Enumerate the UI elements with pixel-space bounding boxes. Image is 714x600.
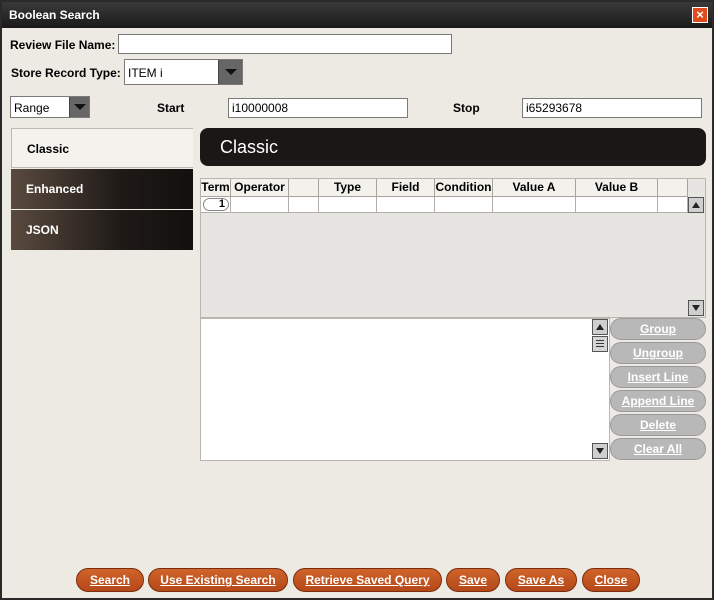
- column-header-term: Term: [201, 179, 231, 197]
- start-label: Start: [157, 101, 185, 115]
- tab-json[interactable]: JSON: [11, 210, 193, 250]
- cell-condition[interactable]: [435, 197, 493, 213]
- store-record-type-value: ITEM i: [128, 66, 163, 80]
- search-button[interactable]: Search: [76, 568, 144, 592]
- cell-field[interactable]: [377, 197, 435, 213]
- chevron-down-icon[interactable]: [69, 97, 89, 117]
- group-button[interactable]: Group: [610, 318, 706, 340]
- panel-title: Classic: [200, 128, 706, 166]
- cell-value-b[interactable]: [576, 197, 658, 213]
- scroll-up-icon[interactable]: [592, 319, 608, 335]
- append-line-button[interactable]: Append Line: [610, 390, 706, 412]
- cell-blank[interactable]: [289, 197, 319, 213]
- review-file-label: Review File Name:: [10, 38, 116, 52]
- close-button[interactable]: Close: [582, 568, 640, 592]
- scroll-down-icon[interactable]: [688, 300, 704, 316]
- term-number-badge[interactable]: 1: [203, 198, 229, 211]
- save-as-button[interactable]: Save As: [505, 568, 577, 592]
- column-header-type: Type: [319, 179, 377, 197]
- store-record-type-select[interactable]: ITEM i: [124, 59, 243, 85]
- column-header-operator: Operator: [231, 179, 289, 197]
- title-bar: Boolean Search ×: [2, 2, 712, 28]
- cell-type[interactable]: [319, 197, 377, 213]
- chevron-down-icon[interactable]: [218, 60, 242, 84]
- cell-value-a[interactable]: [493, 197, 576, 213]
- boolean-search-dialog: Boolean Search × Review File Name: Store…: [0, 0, 714, 600]
- range-mode-value: Range: [14, 101, 50, 115]
- table-row[interactable]: [201, 197, 688, 213]
- retrieve-saved-query-button[interactable]: Retrieve Saved Query: [293, 568, 442, 592]
- stop-label: Stop: [453, 101, 480, 115]
- column-header-condition: Condition: [435, 179, 493, 197]
- column-header-value-a: Value A: [493, 179, 576, 197]
- range-mode-select[interactable]: Range: [10, 96, 90, 118]
- delete-button[interactable]: Delete: [610, 414, 706, 436]
- use-existing-search-button[interactable]: Use Existing Search: [148, 568, 288, 592]
- save-button[interactable]: Save: [446, 568, 500, 592]
- insert-line-button[interactable]: Insert Line: [610, 366, 706, 388]
- tab-enhanced[interactable]: Enhanced: [11, 169, 193, 209]
- clear-all-button[interactable]: Clear All: [610, 438, 706, 460]
- query-text-area[interactable]: [200, 318, 610, 461]
- cell-operator[interactable]: [231, 197, 289, 213]
- close-icon[interactable]: ×: [692, 7, 708, 23]
- column-header-blank: [289, 179, 319, 197]
- scroll-down-icon[interactable]: [592, 443, 608, 459]
- query-grid[interactable]: Term Operator Type Field Condition Value…: [200, 178, 706, 318]
- column-header-extra: [658, 179, 688, 197]
- scroll-thumb-icon[interactable]: [592, 336, 608, 352]
- column-header-value-b: Value B: [576, 179, 658, 197]
- grid-header-row: Term Operator Type Field Condition Value…: [201, 179, 688, 197]
- start-input[interactable]: i10000008: [228, 98, 408, 118]
- tab-classic[interactable]: Classic: [11, 128, 193, 168]
- window-title: Boolean Search: [9, 8, 100, 22]
- column-header-field: Field: [377, 179, 435, 197]
- stop-input[interactable]: i65293678: [522, 98, 702, 118]
- store-record-type-label: Store Record Type:: [11, 66, 121, 80]
- cell-extra[interactable]: [658, 197, 688, 213]
- ungroup-button[interactable]: Ungroup: [610, 342, 706, 364]
- review-file-input[interactable]: [118, 34, 452, 54]
- scroll-up-icon[interactable]: [688, 197, 704, 213]
